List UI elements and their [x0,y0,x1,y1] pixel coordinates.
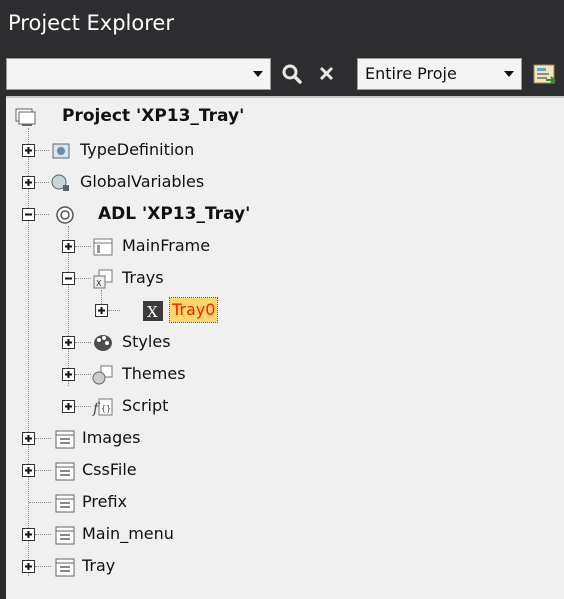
search-scope-select[interactable]: Entire Proje [357,58,522,90]
chevron-down-icon [501,59,517,89]
tree-node-cssfile[interactable]: CssFile [6,454,564,486]
tree-node-label: Tray0 [168,297,219,323]
tree-node-trays[interactable]: X Trays [6,262,564,294]
search-icon [282,64,302,84]
tree-node-main-menu[interactable]: Main_menu [6,518,564,550]
expand-icon[interactable] [22,176,35,189]
global-variables-icon [51,174,69,191]
tree-node-prefix[interactable]: Prefix [6,486,564,518]
tree-node-tray[interactable]: Tray [6,550,564,582]
expand-icon[interactable] [62,240,75,253]
tree-node-label: Project 'XP13_Tray' [62,106,245,126]
tree-node-label: ADL 'XP13_Tray' [98,204,251,224]
tree-node-script[interactable]: f {} Script [6,390,564,422]
search-scope-value: Entire Proje [365,64,457,83]
expand-icon[interactable] [95,304,108,317]
tree-node-mainframe[interactable]: MainFrame [6,230,564,262]
tree-node-label: TypeDefinition [80,140,195,159]
project-icon [15,108,36,126]
tree-node-label: MainFrame [122,236,211,255]
chevron-down-icon [253,71,263,77]
tree-node-label: CssFile [82,460,137,479]
themes-icon [92,365,113,385]
sync-tree-icon [533,64,557,84]
tree-node-label: Styles [122,332,171,351]
panel-title: Project Explorer [0,0,564,46]
folder-icon [55,558,75,577]
search-combobox[interactable] [6,58,271,90]
trays-icon: X [93,269,113,289]
folder-icon [55,462,75,481]
expand-icon[interactable] [62,336,75,349]
expand-icon[interactable] [22,464,35,477]
tree-node-label: Main_menu [82,524,174,543]
tree-node-project[interactable]: Project 'XP13_Tray' [6,100,564,132]
search-input[interactable] [7,59,255,89]
tree-node-label: Tray [82,556,116,575]
svg-text:X: X [96,279,102,288]
tree-node-label: Prefix [82,492,127,511]
folder-icon [55,430,75,449]
adl-icon [56,206,74,224]
project-tree[interactable]: Project 'XP13_Tray' TypeDefinition Globa… [6,96,564,599]
collapse-icon[interactable] [22,208,35,221]
folder-icon [55,494,75,513]
expand-icon[interactable] [62,368,75,381]
svg-text:X: X [147,303,158,321]
folder-icon [55,526,75,545]
mainframe-icon [93,238,113,256]
tree-node-label: Trays [122,268,164,287]
project-explorer-panel: Project Explorer Entire Proje Project 'X… [0,0,564,599]
tree-node-label: Script [122,396,169,415]
tree-node-images[interactable]: Images [6,422,564,454]
expand-icon[interactable] [22,432,35,445]
toolbar: Entire Proje [0,50,564,92]
expand-icon[interactable] [22,144,35,157]
tree-node-label: GlobalVariables [80,172,205,191]
type-definition-icon [52,143,70,159]
tree-node-themes[interactable]: Themes [6,358,564,390]
expand-icon[interactable] [62,400,75,413]
search-button[interactable] [277,58,307,90]
tree-node-tray0[interactable]: X Tray0 [6,294,564,326]
tree-node-label: Themes [122,364,186,383]
clear-search-button[interactable] [312,58,342,90]
script-icon: f {} [92,398,113,417]
search-history-dropdown[interactable] [248,59,268,89]
tree-node-styles[interactable]: Styles [6,326,564,358]
svg-text:{}: {} [101,404,111,413]
tree-node-globalvariables[interactable]: GlobalVariables [6,166,564,198]
styles-icon [94,335,112,351]
tree-node-adl[interactable]: ADL 'XP13_Tray' [6,198,564,230]
close-icon [319,66,334,81]
collapse-icon[interactable] [62,272,75,285]
expand-icon[interactable] [22,560,35,573]
expand-icon[interactable] [22,528,35,541]
tray-item-icon: X [143,301,163,321]
tree-node-label: Images [82,428,141,447]
tree-node-typedefinition[interactable]: TypeDefinition [6,134,564,166]
sync-tree-button[interactable] [528,58,560,90]
